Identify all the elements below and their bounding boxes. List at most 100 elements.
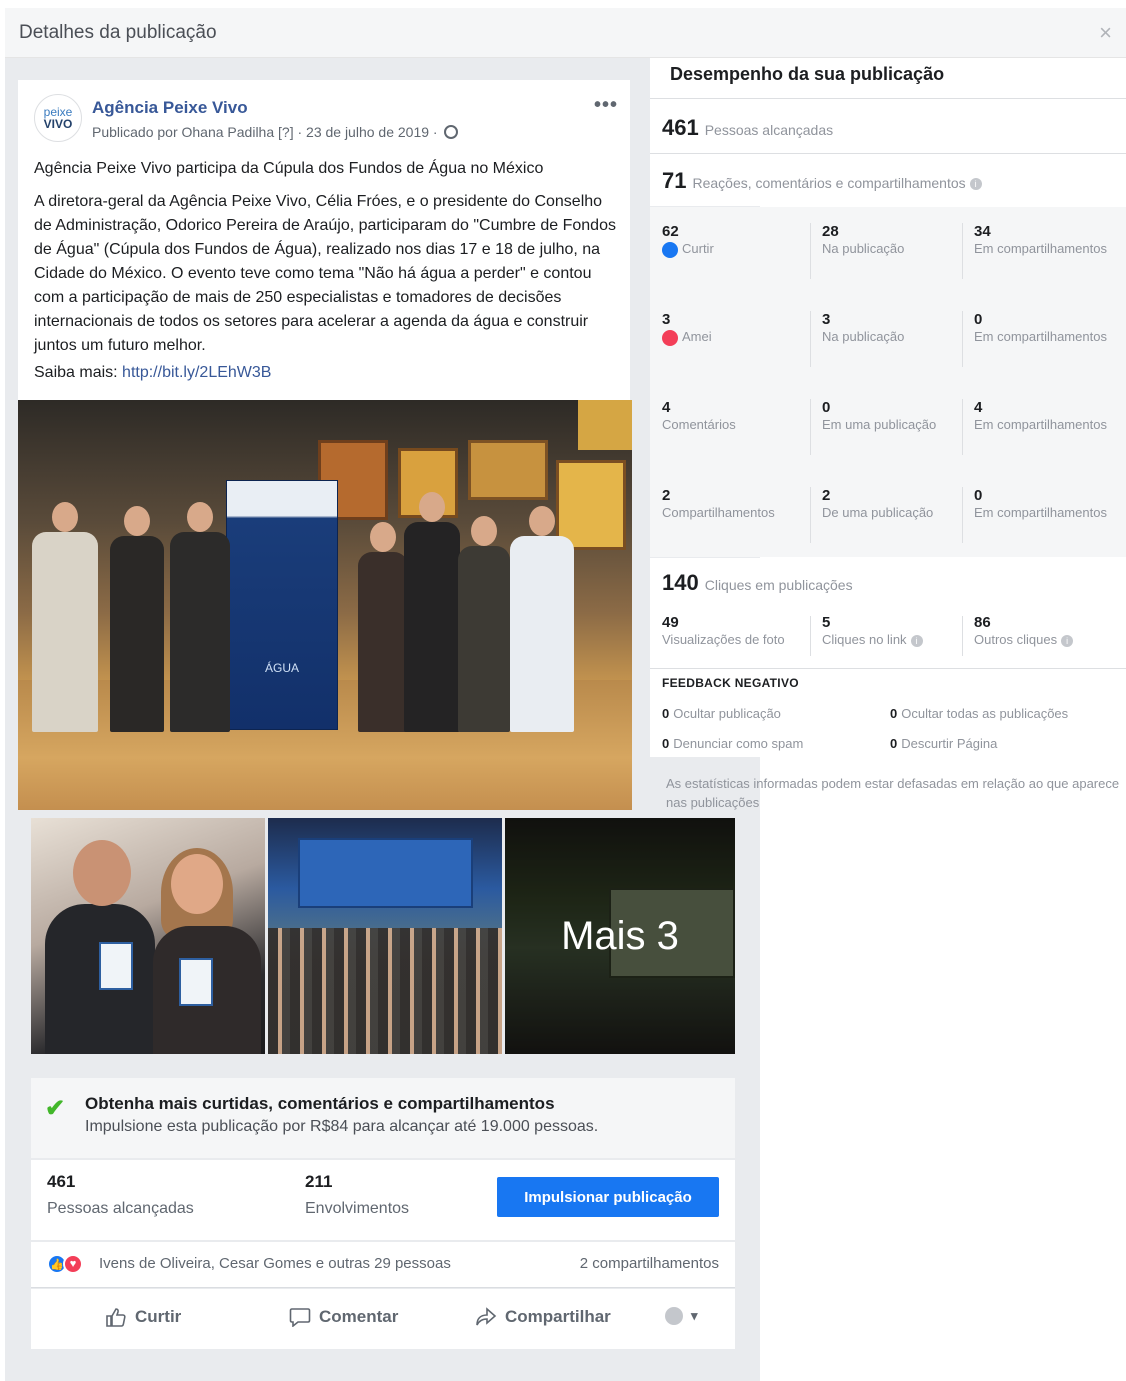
reach-count: 461 [662, 115, 699, 140]
boost-subtitle: Impulsione esta publicação por R$84 para… [85, 1118, 599, 1135]
breakdown-cell: 0 Em compartilhamentos [974, 487, 1107, 520]
reactions-count-label: Reações, comentários e compartilhamentos [692, 175, 966, 191]
love-reaction-icon [662, 329, 678, 346]
audience-selector[interactable]: ▾ [665, 1307, 698, 1325]
engagement-label: Envolvimentos [305, 1200, 410, 1217]
reach-count-label: Pessoas alcançadas [704, 122, 834, 138]
person-figure [110, 506, 164, 732]
post-photo-main[interactable]: ÁGUA [18, 400, 632, 810]
person-figure [170, 502, 230, 732]
clicks-count: 140 [662, 570, 699, 595]
person-figure [404, 492, 460, 732]
person-figure [358, 522, 408, 732]
reaction-names[interactable]: Ivens de Oliveira, Cesar Gomes e outras … [99, 1255, 451, 1272]
like-label: Curtir [135, 1307, 182, 1326]
info-icon[interactable]: i [910, 634, 923, 647]
reach-label: Pessoas alcançadas [47, 1200, 194, 1217]
link-prefix: Saiba mais: [34, 364, 118, 381]
boost-title: Obtenha mais curtidas, comentários e com… [85, 1094, 555, 1113]
clicks-cell: 5 Cliques no link i [822, 614, 962, 649]
page-avatar[interactable]: peixe VIVO [34, 94, 82, 142]
clicks-cell: 86 Outros cliques i [974, 614, 1124, 649]
negative-item: 0 Ocultar publicação [662, 706, 781, 721]
badge-graphic [99, 942, 133, 990]
info-icon[interactable]: i [969, 177, 982, 190]
share-label: Compartilhar [505, 1307, 611, 1326]
negative-item: 0 Denunciar como spam [662, 736, 804, 751]
negative-item: 0 Descurtir Página [890, 736, 998, 751]
dialog-header: Detalhes da publicação × [5, 8, 1126, 58]
breakdown-cell: 4 Comentários [662, 399, 736, 432]
reach-value: 461 [47, 1172, 76, 1191]
badge-graphic [179, 958, 213, 1006]
post-card: peixe VIVO Agência Peixe Vivo Publicado … [18, 80, 630, 400]
more-photos-label: Mais 3 [561, 913, 679, 958]
more-photos-overlay: Mais 3 [505, 818, 735, 1054]
post-meta-text: Publicado por Ohana Padilha [?] · 23 de … [92, 124, 438, 140]
breakdown-cell: 0 Em uma publicação [822, 399, 937, 432]
performance-panel: Desempenho da sua publicação 461 Pessoas … [650, 58, 1126, 818]
boost-prompt: ✔ Obtenha mais curtidas, comentários e c… [31, 1078, 735, 1158]
breakdown-cell: 34 Em compartilhamentos [974, 223, 1107, 256]
event-banner: ÁGUA [226, 480, 338, 730]
breakdown-cell: 28 Na publicação [822, 223, 905, 256]
post-meta: Publicado por Ohana Padilha [?] · 23 de … [92, 124, 458, 140]
post-link[interactable]: http://bit.ly/2LEhW3B [122, 364, 271, 381]
negative-item: 0 Ocultar todas as publicações [890, 706, 1069, 721]
like-button[interactable]: Curtir [105, 1307, 181, 1327]
post-actions: Curtir Comentar Compartilhar ▾ [31, 1289, 735, 1349]
checkmark-icon: ✔ [45, 1095, 66, 1122]
clicks-count-label: Cliques em publicações [704, 577, 853, 593]
banner-text: ÁGUA [264, 661, 299, 675]
post-photo-more[interactable]: Mais 3 [505, 818, 735, 1054]
boost-post-button[interactable]: Impulsionar publicação [497, 1177, 719, 1217]
page-name-link[interactable]: Agência Peixe Vivo [92, 98, 248, 118]
globe-icon[interactable] [443, 125, 458, 139]
chevron-down-icon: ▾ [691, 1308, 698, 1323]
engagement-value: 211 [305, 1172, 333, 1191]
reactions-bar: 👍 ♥ Ivens de Oliveira, Cesar Gomes e out… [31, 1242, 735, 1288]
wall-art [468, 440, 548, 500]
comment-label: Comentar [319, 1307, 399, 1326]
reaction-icons[interactable]: 👍 ♥ [47, 1254, 83, 1274]
post-headline: Agência Peixe Vivo participa da Cúpula d… [34, 160, 544, 177]
avatar-small-icon [665, 1307, 683, 1325]
breakdown-cell: 3 Amei [662, 311, 712, 346]
logo-text-bottom: VIVO [43, 117, 73, 131]
love-reaction-icon: ♥ [63, 1254, 83, 1274]
breakdown-cell: 4 Em compartilhamentos [974, 399, 1107, 432]
info-icon[interactable]: i [1061, 634, 1074, 647]
person-figure [32, 502, 98, 732]
negative-feedback-title: FEEDBACK NEGATIVO [662, 676, 799, 690]
comment-icon [289, 1308, 311, 1327]
post-photo-thumbnail[interactable] [268, 818, 502, 1054]
breakdown-cell: 3 Na publicação [822, 311, 905, 344]
post-photo-thumbnail[interactable] [31, 818, 265, 1054]
close-button[interactable]: × [1099, 20, 1112, 46]
group-crowd [268, 928, 502, 1054]
reach-row: 461 Pessoas alcançadas [650, 99, 1126, 153]
share-button[interactable]: Compartilhar [475, 1307, 611, 1327]
wall-art [556, 460, 626, 550]
reactions-count: 71 [662, 168, 687, 193]
person-figure [458, 516, 510, 732]
breakdown-cell: 0 Em compartilhamentos [974, 311, 1107, 344]
reactions-row: 71 Reações, comentários e compartilhament… [650, 154, 1126, 206]
stats-disclaimer: As estatísticas informadas podem estar d… [666, 776, 1120, 810]
thumbs-up-icon [106, 1308, 126, 1327]
person-figure [510, 506, 574, 732]
shares-count[interactable]: 2 compartilhamentos [580, 1255, 719, 1272]
breakdown-cell: 2 Compartilhamentos [662, 487, 775, 520]
clicks-cell: 49 Visualizações de foto [662, 614, 785, 647]
performance-title: Desempenho da sua publicação [670, 64, 945, 84]
wall-art [578, 400, 632, 450]
post-summary: 461 Pessoas alcançadas 211 Envolvimentos… [31, 1160, 735, 1240]
like-reaction-icon [662, 241, 678, 258]
more-options-icon[interactable]: ••• [594, 94, 618, 117]
stage-screen [298, 838, 473, 908]
share-arrow-icon [476, 1307, 497, 1326]
post-body-text: A diretora-geral da Agência Peixe Vivo, … [34, 193, 616, 354]
reactions-breakdown: 62 Curtir 28 Na publicação 34 Em compartilh… [650, 207, 1126, 557]
comment-button[interactable]: Comentar [289, 1307, 398, 1327]
post-link-row: Saiba mais: http://bit.ly/2LEhW3B [34, 364, 271, 382]
